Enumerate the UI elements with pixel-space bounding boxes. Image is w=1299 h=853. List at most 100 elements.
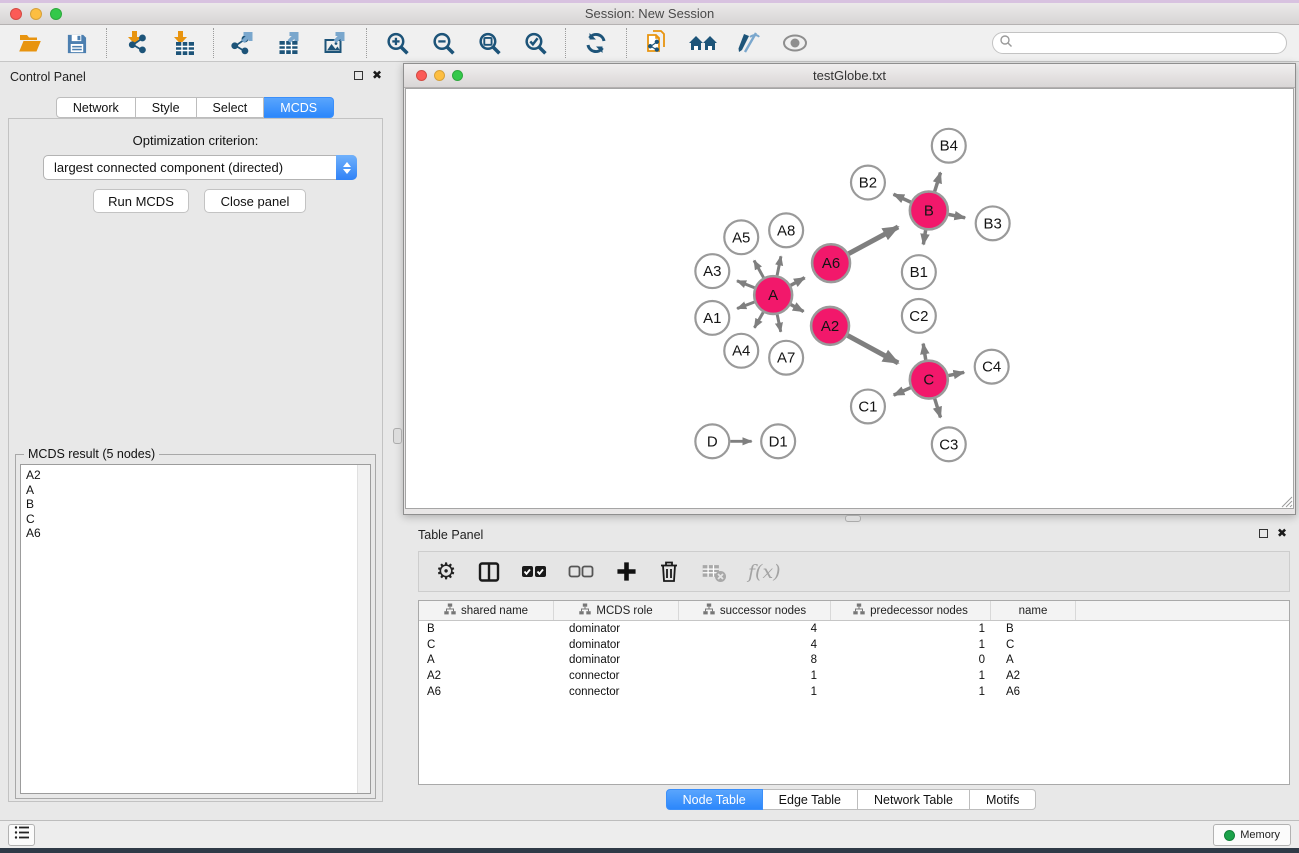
graph-node-A1[interactable]: A1 xyxy=(695,301,729,335)
zoom-in-icon[interactable] xyxy=(379,28,415,58)
graph-node-C3[interactable]: C3 xyxy=(932,427,966,461)
graph-node-B4[interactable]: B4 xyxy=(932,129,966,163)
graph-node-A[interactable]: A xyxy=(754,276,792,314)
column-header-name[interactable]: name xyxy=(991,601,1076,620)
tab-select[interactable]: Select xyxy=(197,97,265,118)
delete-entry-icon[interactable] xyxy=(658,559,680,585)
graph-node-B[interactable]: B xyxy=(910,192,948,230)
tab-network-table[interactable]: Network Table xyxy=(858,789,970,810)
table-row[interactable]: A6connector11A6 xyxy=(419,684,1289,700)
open-folder-icon[interactable] xyxy=(12,28,48,58)
import-table-icon[interactable] xyxy=(165,28,201,58)
graph-edge-A6-B[interactable] xyxy=(849,227,899,254)
export-image-icon[interactable] xyxy=(318,28,354,58)
table-row[interactable]: Cdominator41C xyxy=(419,637,1289,653)
deselect-all-icon[interactable] xyxy=(568,559,594,585)
status-menu-button[interactable] xyxy=(8,824,35,846)
graph-node-D[interactable]: D xyxy=(695,424,729,458)
graph-edge-B-B4[interactable] xyxy=(935,173,941,192)
tab-network[interactable]: Network xyxy=(56,97,136,118)
result-list-item[interactable]: B xyxy=(26,497,370,512)
save-icon[interactable] xyxy=(58,28,94,58)
graph-edge-B-B3[interactable] xyxy=(948,214,965,217)
graph-node-C2[interactable]: C2 xyxy=(902,299,936,333)
graph-edge-A-A6[interactable] xyxy=(791,278,805,286)
graph-node-C1[interactable]: C1 xyxy=(851,390,885,424)
graph-edge-A-A8[interactable] xyxy=(777,256,781,275)
result-list-scrollbar[interactable] xyxy=(357,465,370,793)
criterion-dropdown[interactable]: largest connected component (directed) xyxy=(43,155,357,180)
tab-edge-table[interactable]: Edge Table xyxy=(763,789,858,810)
float-panel-icon[interactable] xyxy=(354,71,363,80)
table-row[interactable]: Bdominator41B xyxy=(419,621,1289,637)
graph-node-A6[interactable]: A6 xyxy=(812,244,850,282)
graph-node-B1[interactable]: B1 xyxy=(902,255,936,289)
graph-node-C[interactable]: C xyxy=(910,361,948,399)
tab-motifs[interactable]: Motifs xyxy=(970,789,1036,810)
settings-gear-icon[interactable]: ⚙ xyxy=(435,559,457,585)
graph-node-C4[interactable]: C4 xyxy=(975,350,1009,384)
mcds-result-list[interactable]: A2ABCA6 xyxy=(20,464,371,794)
network-canvas[interactable]: A A1 A2 A3 A4 A5 A6 A7 A8 B B1 B2 B3 B4 C C1 C2 C3 C4 D D1 xyxy=(405,88,1294,509)
table-float-panel-icon[interactable] xyxy=(1259,529,1268,538)
graph-edge-A-A3[interactable] xyxy=(737,281,755,288)
split-view-icon[interactable] xyxy=(478,559,500,585)
run-mcds-button[interactable]: Run MCDS xyxy=(93,189,189,213)
graph-edge-C-C1[interactable] xyxy=(894,388,911,395)
search-box[interactable] xyxy=(992,32,1287,54)
refresh-icon[interactable] xyxy=(578,28,614,58)
window-resize-grip[interactable] xyxy=(1279,494,1293,508)
graph-edge-A-A7[interactable] xyxy=(777,315,781,332)
table-row[interactable]: A2connector11A2 xyxy=(419,668,1289,684)
column-header-shared-name[interactable]: shared name xyxy=(419,601,554,620)
graph-edge-A-A4[interactable] xyxy=(754,312,763,327)
result-list-item[interactable]: A6 xyxy=(26,526,370,541)
clone-network-icon[interactable] xyxy=(639,28,675,58)
home-pair-icon[interactable] xyxy=(685,28,721,58)
graph-node-A5[interactable]: A5 xyxy=(724,220,758,254)
search-input[interactable] xyxy=(1013,34,1286,52)
close-panel-button[interactable]: Close panel xyxy=(204,189,306,213)
table-close-panel-icon[interactable]: ✖ xyxy=(1277,528,1287,538)
add-entry-icon[interactable] xyxy=(615,559,637,585)
tab-mcds[interactable]: MCDS xyxy=(264,97,334,118)
graph-node-A2[interactable]: A2 xyxy=(811,307,849,345)
graph-edge-A2-C[interactable] xyxy=(848,335,899,363)
graph-node-B3[interactable]: B3 xyxy=(976,206,1010,240)
graph-edge-C-C3[interactable] xyxy=(935,399,941,418)
memory-button[interactable]: Memory xyxy=(1213,824,1291,846)
table-row[interactable]: Adominator80A xyxy=(419,652,1289,668)
export-table-icon[interactable] xyxy=(272,28,308,58)
graph-edge-B-B2[interactable] xyxy=(894,194,911,202)
result-list-item[interactable]: C xyxy=(26,512,370,527)
column-header-successor-nodes[interactable]: successor nodes xyxy=(679,601,831,620)
hide-label-icon[interactable] xyxy=(731,28,767,58)
result-list-item[interactable]: A2 xyxy=(26,468,370,483)
graph-node-D1[interactable]: D1 xyxy=(761,424,795,458)
graph-edge-B-B1[interactable] xyxy=(923,230,925,244)
graph-edge-A-A5[interactable] xyxy=(754,260,763,277)
select-all-icon[interactable] xyxy=(521,559,547,585)
close-panel-icon[interactable]: ✖ xyxy=(372,70,382,80)
graph-edge-A-A1[interactable] xyxy=(737,302,754,309)
tab-node-table[interactable]: Node Table xyxy=(666,789,763,810)
graph-node-A7[interactable]: A7 xyxy=(769,341,803,375)
graph-node-B2[interactable]: B2 xyxy=(851,166,885,200)
vertical-splitter-grip[interactable] xyxy=(393,428,402,444)
tab-style[interactable]: Style xyxy=(136,97,197,118)
graph-edge-A-A2[interactable] xyxy=(791,305,804,312)
horizontal-splitter-grip[interactable] xyxy=(845,515,861,522)
zoom-fit-icon[interactable] xyxy=(471,28,507,58)
zoom-selected-icon[interactable] xyxy=(517,28,553,58)
graph-node-A4[interactable]: A4 xyxy=(724,334,758,368)
result-list-item[interactable]: A xyxy=(26,483,370,498)
column-header-predecessor-nodes[interactable]: predecessor nodes xyxy=(831,601,991,620)
column-header-MCDS-role[interactable]: MCDS role xyxy=(554,601,679,620)
import-network-icon[interactable] xyxy=(119,28,155,58)
graph-edge-C-C2[interactable] xyxy=(923,344,926,360)
zoom-out-icon[interactable] xyxy=(425,28,461,58)
graph-node-A3[interactable]: A3 xyxy=(695,254,729,288)
export-network-icon[interactable] xyxy=(226,28,262,58)
show-graphics-icon[interactable] xyxy=(777,28,813,58)
graph-node-A8[interactable]: A8 xyxy=(769,213,803,247)
